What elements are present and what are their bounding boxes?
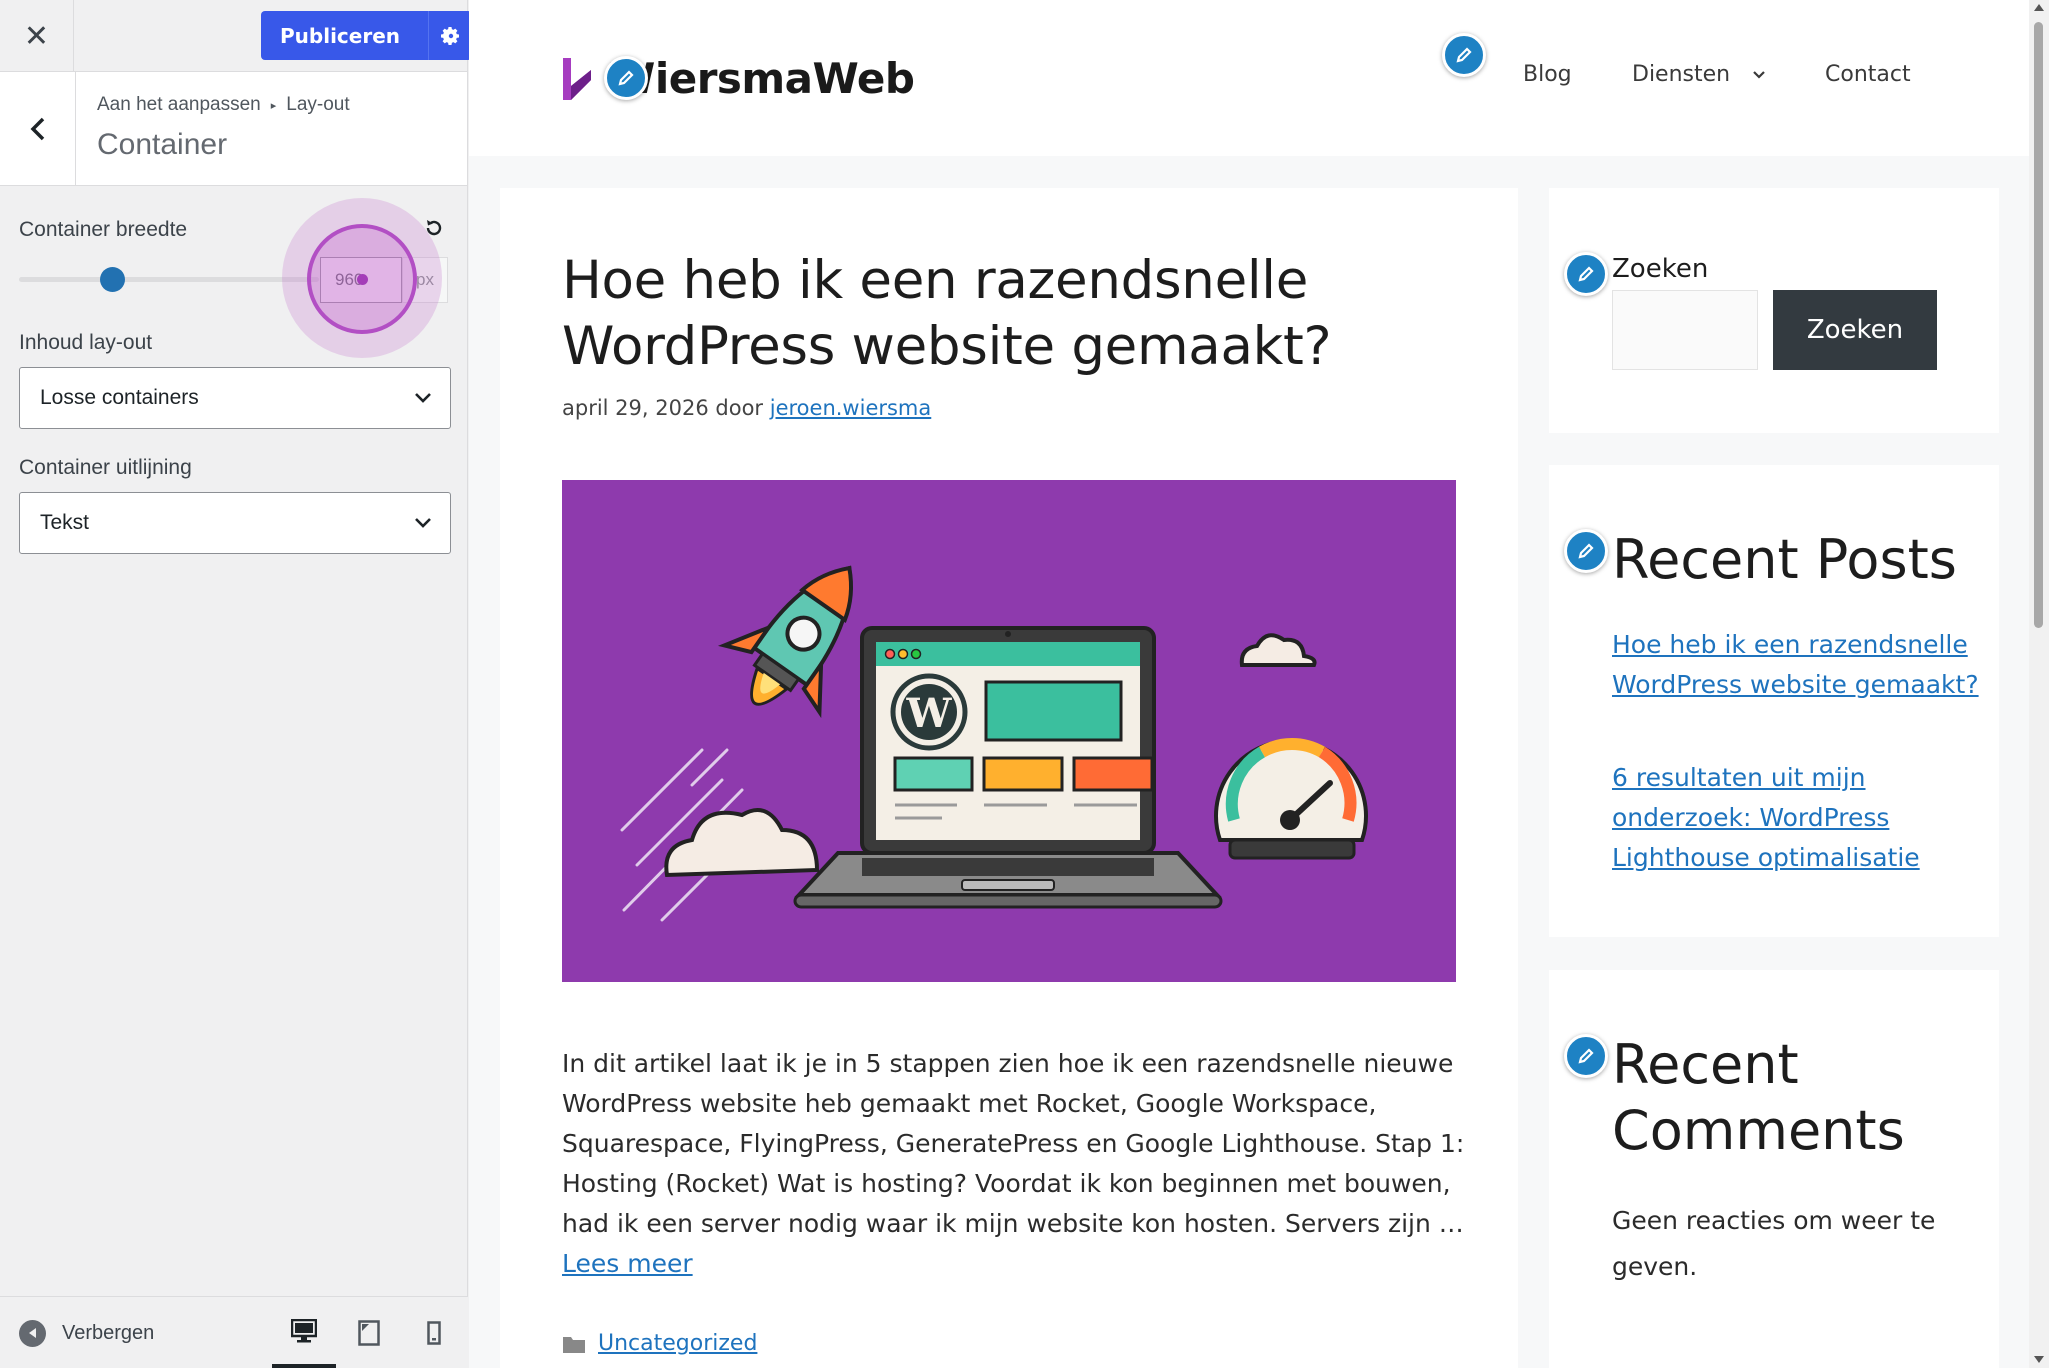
section-title: Container xyxy=(97,128,228,161)
container-width-unit: px xyxy=(402,257,448,303)
edit-search-widget-button[interactable] xyxy=(1564,252,1608,296)
breadcrumb-parent: Lay-out xyxy=(286,94,350,115)
pencil-icon xyxy=(1456,47,1472,63)
back-button[interactable] xyxy=(0,72,76,186)
chevron-down-icon xyxy=(415,393,431,403)
post-category: Uncategorized xyxy=(562,1331,757,1356)
recent-comments-widget: Recent Comments Geen reacties om weer te… xyxy=(1549,970,1999,1368)
logo-text: WiersmaWeb xyxy=(609,54,915,103)
site-preview: WiersmaWeb Blog Diensten Contact Hoe heb… xyxy=(469,0,2029,1368)
folder-icon xyxy=(563,1336,585,1353)
customizer-topbar: ✕ Publiceren xyxy=(0,0,473,72)
search-button[interactable]: Zoeken xyxy=(1773,290,1937,370)
collapse-icon xyxy=(19,1319,46,1347)
tablet-icon xyxy=(358,1320,380,1346)
content-layout-value: Losse containers xyxy=(40,386,199,409)
svg-text:W: W xyxy=(906,690,953,737)
breadcrumb-root: Aan het aanpassen xyxy=(97,94,261,115)
edit-logo-button[interactable] xyxy=(604,56,648,100)
container-width-slider[interactable] xyxy=(19,277,319,282)
nav-item-contact[interactable]: Contact xyxy=(1825,62,1911,87)
edit-menu-button[interactable] xyxy=(1442,33,1486,77)
pencil-icon xyxy=(1578,543,1594,559)
site-header: WiersmaWeb Blog Diensten Contact xyxy=(469,0,2029,156)
category-link[interactable]: Uncategorized xyxy=(598,1331,757,1356)
device-desktop-button[interactable] xyxy=(272,1297,336,1368)
nav-item-blog[interactable]: Blog xyxy=(1523,62,1572,87)
customizer-footer: Verbergen xyxy=(0,1296,468,1368)
container-alignment-label: Container uitlijning xyxy=(19,456,192,479)
scroll-up-arrow-icon[interactable] xyxy=(2034,4,2044,11)
scrollbar-thumb[interactable] xyxy=(2034,22,2043,628)
post-article: Hoe heb ik een razendsnelle WordPress we… xyxy=(500,188,1518,1368)
edit-recent-comments-widget-button[interactable] xyxy=(1564,1034,1608,1078)
logo-mark-icon xyxy=(563,57,591,100)
container-width-label: Container breedte xyxy=(19,218,188,241)
hero-illustration: W xyxy=(620,565,1368,922)
recent-comments-title: Recent Comments xyxy=(1612,1033,1905,1162)
pencil-icon xyxy=(1578,1048,1594,1064)
nav-item-label: Diensten xyxy=(1632,62,1731,87)
post-date: april 29, 2026 xyxy=(562,396,709,420)
container-alignment-select[interactable]: Tekst xyxy=(19,492,451,554)
customizer-sidebar: ✕ Publiceren Aan het aanpassen ▸ Lay-out… xyxy=(0,0,473,1368)
post-author-link[interactable]: jeroen.wiersma xyxy=(770,396,932,420)
breadcrumb-arrow-icon: ▸ xyxy=(270,99,277,112)
publish-settings-button[interactable] xyxy=(428,11,473,60)
publish-button[interactable]: Publiceren xyxy=(261,11,429,60)
close-customizer-button[interactable]: ✕ xyxy=(0,0,74,72)
desktop-icon xyxy=(291,1318,317,1342)
pencil-icon xyxy=(618,70,634,86)
reset-icon[interactable] xyxy=(423,217,445,239)
section-header: Aan het aanpassen ▸ Lay-out Container xyxy=(0,72,467,186)
post-title[interactable]: Hoe heb ik een razendsnelle WordPress we… xyxy=(562,248,1462,380)
breadcrumb: Aan het aanpassen ▸ Lay-out xyxy=(97,94,350,116)
content-layout-select[interactable]: Losse containers xyxy=(19,367,451,429)
search-input[interactable] xyxy=(1612,290,1758,370)
container-alignment-value: Tekst xyxy=(40,511,90,534)
nav-item-diensten[interactable]: Diensten xyxy=(1632,62,1766,87)
device-tablet-button[interactable] xyxy=(337,1297,401,1368)
pencil-icon xyxy=(1578,266,1594,282)
recent-posts-title: Recent Posts xyxy=(1612,528,1957,591)
post-excerpt: In dit artikel laat ik je in 5 stappen z… xyxy=(562,1044,1472,1284)
search-widget: Zoeken Zoeken xyxy=(1549,188,1999,433)
content-layout-label: Inhoud lay-out xyxy=(19,331,153,354)
recent-post-link[interactable]: Hoe heb ik een razendsnelle WordPress we… xyxy=(1612,625,1982,705)
chevron-left-icon xyxy=(30,117,44,141)
post-by: door xyxy=(715,396,764,420)
search-label: Zoeken xyxy=(1612,254,1709,284)
scroll-down-arrow-icon[interactable] xyxy=(2034,1356,2044,1363)
preview-scrollbar[interactable] xyxy=(2029,0,2049,1368)
post-featured-image[interactable]: W xyxy=(562,480,1456,982)
recent-post-link[interactable]: 6 resultaten uit mijn onderzoek: WordPre… xyxy=(1612,758,1982,878)
close-icon: ✕ xyxy=(23,18,50,54)
recent-posts-widget: Recent Posts Hoe heb ik een razendsnelle… xyxy=(1549,465,1999,937)
publish-group: Publiceren xyxy=(261,11,473,60)
container-width-slider-thumb[interactable] xyxy=(99,267,125,292)
chevron-down-icon xyxy=(1753,70,1765,79)
container-width-input[interactable]: 960 xyxy=(320,257,402,303)
post-meta: april 29, 2026 door jeroen.wiersma xyxy=(562,396,931,420)
device-mobile-button[interactable] xyxy=(402,1297,466,1368)
read-more-link[interactable]: Lees meer xyxy=(562,1249,693,1278)
chevron-down-icon xyxy=(415,518,431,528)
hide-controls-button[interactable]: Verbergen xyxy=(19,1297,154,1368)
hide-label: Verbergen xyxy=(62,1321,155,1344)
no-comments-text: Geen reacties om weer te geven. xyxy=(1612,1206,1936,1281)
edit-recent-posts-widget-button[interactable] xyxy=(1564,529,1608,573)
gear-icon xyxy=(440,26,459,45)
post-excerpt-text: In dit artikel laat ik je in 5 stappen z… xyxy=(562,1049,1465,1238)
mobile-icon xyxy=(427,1321,441,1345)
